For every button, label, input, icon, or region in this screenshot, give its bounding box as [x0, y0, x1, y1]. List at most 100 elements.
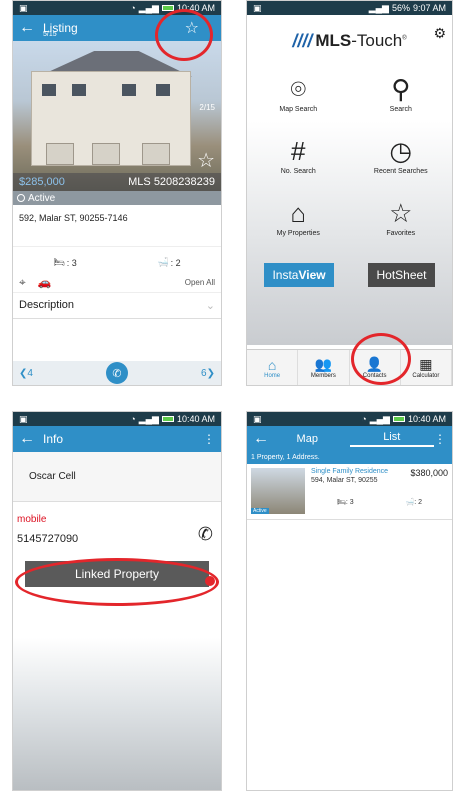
tile-search[interactable]: ⚲ Search: [350, 63, 453, 125]
baths-count: : 2: [414, 499, 423, 506]
signal-icon: ▂▄▆: [138, 413, 159, 424]
tab-contacts[interactable]: 👤 Contacts: [350, 350, 401, 385]
battery-percent: 56%: [391, 3, 410, 13]
tile-no-search[interactable]: # No. Search: [247, 125, 350, 187]
listing-address: 594, Malar ST, 90255: [311, 477, 378, 484]
wifi-icon: ◔: [361, 414, 367, 424]
favorite-star-icon[interactable]: ☆: [197, 148, 215, 173]
results-summary: 1 Property, 1 Address.: [247, 452, 452, 464]
status-bar: ▣ ◔ ▂▄▆ 10:40 AM: [13, 1, 221, 15]
page-title: Info: [43, 432, 64, 446]
car-icon[interactable]: 🚗: [38, 276, 185, 289]
tab-list[interactable]: List: [349, 431, 434, 447]
tab-home[interactable]: ⌂ Home: [247, 350, 299, 385]
page-counter: 5/15: [43, 31, 57, 38]
listing-price: $285,000: [19, 176, 65, 188]
bed-icon: 🛏: [53, 257, 65, 267]
linked-property-button[interactable]: Linked Property: [25, 561, 209, 587]
status-time: 10:40 AM: [176, 3, 215, 13]
signal-icon: ▂▄▆: [368, 2, 389, 13]
mls-number: MLS 5208238239: [128, 176, 215, 188]
notification-icon: ▣: [19, 2, 28, 13]
back-arrow-icon[interactable]: ←: [247, 430, 269, 448]
status-bar: ▣ ▂▄▆ 56% 9:07 AM: [247, 1, 452, 15]
listing-photo[interactable]: 2/15 ☆ $285,000 MLS 5208238239: [13, 41, 221, 191]
listing-thumbnail: Active: [251, 468, 305, 514]
call-icon[interactable]: ✆: [106, 362, 128, 384]
listing-screen: ▣ ◔ ▂▄▆ 10:40 AM ← Listing 5/15 ☆ 2/15 ☆…: [12, 0, 222, 386]
tab-calculator[interactable]: ▦ Calculator: [401, 350, 452, 385]
view-tabs: ← Map List ⋮: [247, 426, 452, 452]
app-bar: ← Info ⋮: [13, 426, 221, 452]
map-pin-icon: ⌾: [290, 73, 307, 104]
app-logo: //// MLS-Touch® ⚙: [292, 25, 446, 51]
chevron-down-icon: ⌄: [205, 300, 215, 312]
contact-name: Oscar Cell: [13, 452, 221, 502]
prev-listing-button[interactable]: ❮4: [19, 368, 33, 379]
results-screen: ▣ ◔ ▂▄▆ 10:40 AM ← Map List ⋮ 1 Property…: [246, 411, 453, 791]
battery-icon: [161, 5, 174, 11]
baths-count: : 2: [170, 257, 181, 268]
home-icon: ⌂: [267, 356, 277, 373]
contact-favorite-icon[interactable]: ☆: [185, 18, 199, 38]
star-icon: ☆: [389, 197, 413, 228]
tab-members[interactable]: 👥 Members: [298, 350, 350, 385]
members-icon: 👥: [314, 356, 333, 372]
search-icon: ⚲: [391, 73, 411, 104]
list-item[interactable]: Active Single Family Residence $380,000 …: [247, 464, 452, 520]
listing-price: $380,000: [410, 468, 448, 478]
tile-map-search[interactable]: ⌾ Map Search: [247, 63, 350, 125]
gear-icon[interactable]: ⚙: [433, 25, 446, 42]
back-arrow-icon[interactable]: ←: [19, 430, 37, 448]
annotation-dot: [205, 576, 215, 586]
map-pin-icon[interactable]: ⌖: [19, 275, 26, 290]
status-badge: Active: [13, 191, 221, 205]
status-time: 10:40 AM: [407, 414, 446, 424]
home-grid: ⌾ Map Search ⚲ Search # No. Search ◷ Recent …: [247, 63, 452, 249]
phone-number: 5145727090: [17, 533, 79, 545]
phone-icon[interactable]: ✆: [198, 524, 213, 545]
listing-nav: ❮4 ✆ 6❯: [13, 361, 221, 385]
status-bar: ▣ ◔ ▂▄▆ 10:40 AM: [13, 412, 221, 426]
tile-favorites[interactable]: ☆ Favorites: [350, 187, 453, 249]
bath-icon: 🛁: [405, 499, 415, 506]
calculator-icon: ▦: [419, 356, 433, 372]
listing-address: 592, Malar ST, 90255-7146: [13, 205, 221, 247]
phone-type-label: mobile: [17, 514, 47, 525]
open-all-link[interactable]: Open All: [185, 278, 215, 287]
instaview-button[interactable]: InstaView: [264, 263, 334, 287]
bed-icon: 🛏: [336, 499, 346, 506]
tile-my-properties[interactable]: ⌂ My Properties: [247, 187, 350, 249]
signal-icon: ▂▄▆: [138, 2, 159, 13]
hotsheet-button[interactable]: HotSheet: [368, 263, 435, 287]
photo-count: 2/15: [199, 103, 215, 112]
app-bar: ← Listing 5/15 ☆: [13, 15, 221, 41]
beds-count: : 3: [66, 257, 77, 268]
signal-icon: ▂▄▆: [369, 413, 390, 424]
battery-icon: [392, 416, 405, 422]
status-time: 10:40 AM: [176, 414, 215, 424]
wifi-icon: ◔: [130, 414, 136, 424]
contact-icon: 👤: [365, 356, 384, 372]
info-screen: ▣ ◔ ▂▄▆ 10:40 AM ← Info ⋮ Oscar Cell mob…: [12, 411, 222, 791]
hash-icon: #: [291, 135, 306, 166]
description-section[interactable]: Description ⌄: [13, 292, 221, 319]
back-arrow-icon[interactable]: ←: [19, 19, 37, 37]
next-listing-button[interactable]: 6❯: [201, 368, 215, 379]
more-vert-icon[interactable]: ⋮: [434, 432, 452, 446]
status-dot-icon: [17, 194, 25, 202]
battery-icon: [161, 416, 174, 422]
wifi-icon: ◔: [130, 3, 136, 13]
tab-map[interactable]: Map: [265, 433, 350, 445]
status-bar: ▣ ◔ ▂▄▆ 10:40 AM: [247, 412, 452, 426]
notification-icon: ▣: [253, 2, 262, 13]
bath-icon: 🛁: [157, 257, 169, 267]
home-icon: ⌂: [290, 197, 307, 228]
more-vert-icon[interactable]: ⋮: [203, 432, 215, 446]
beds-count: : 3: [345, 499, 354, 506]
status-time: 9:07 AM: [412, 3, 446, 13]
clock-icon: ◷: [389, 135, 413, 166]
home-screen: ▣ ▂▄▆ 56% 9:07 AM //// MLS-Touch® ⚙ ⌾ Map…: [246, 0, 453, 386]
notification-icon: ▣: [253, 413, 262, 424]
tile-recent-searches[interactable]: ◷ Recent Searches: [350, 125, 453, 187]
